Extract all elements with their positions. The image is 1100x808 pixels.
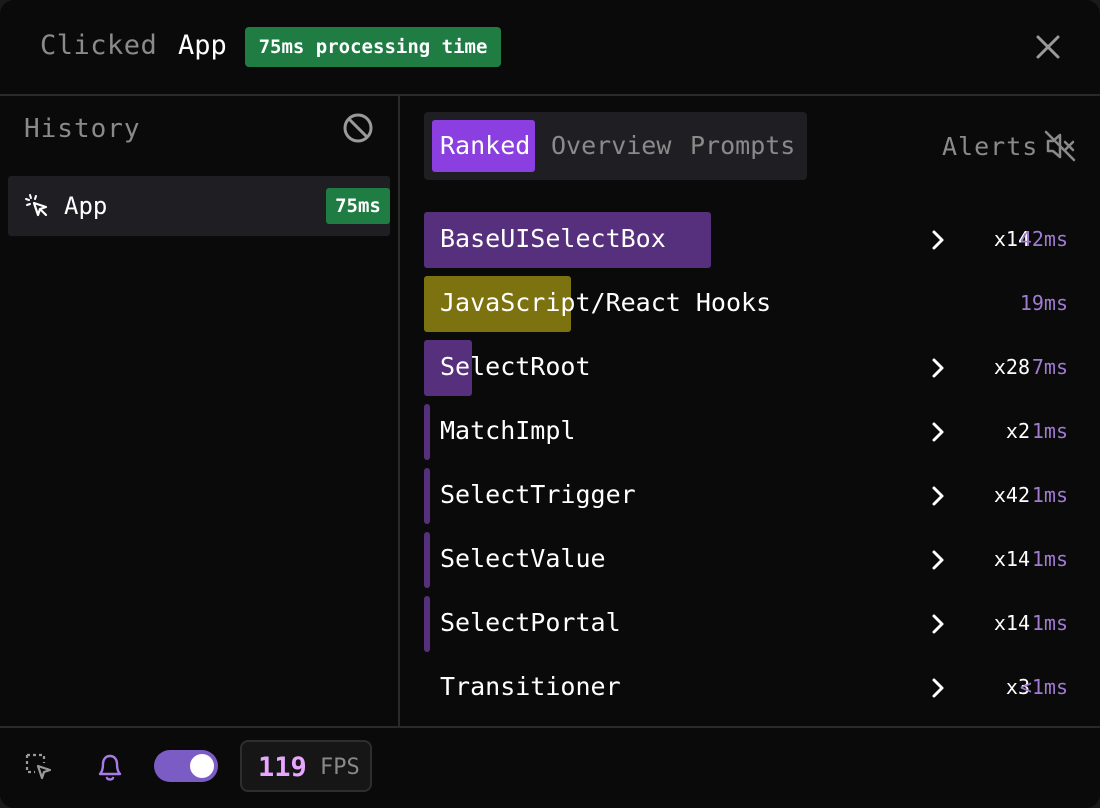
row-render-count: x14 xyxy=(993,611,1030,635)
row-component-name: SelectRoot xyxy=(440,352,591,381)
chevron-right-icon xyxy=(932,550,944,570)
row-render-time: 19ms xyxy=(1019,291,1068,315)
row-render-time: 1ms xyxy=(1031,611,1068,635)
row-component-name: BaseUISelectBox xyxy=(440,224,666,253)
row-render-count: x28 xyxy=(993,355,1030,379)
history-item[interactable]: App 75ms xyxy=(8,176,390,236)
notifications-button[interactable] xyxy=(94,750,126,784)
inspect-element-button[interactable] xyxy=(24,752,54,782)
chevron-right-icon xyxy=(932,358,944,378)
fps-label: FPS xyxy=(320,755,360,780)
main-content: Ranked Overview Prompts Alerts BaseUISel… xyxy=(402,96,1100,726)
chevron-right-icon xyxy=(932,422,944,442)
select-area-icon xyxy=(25,753,52,780)
ranked-row-selectroot[interactable]: SelectRoot x28 7ms xyxy=(424,340,1074,396)
scan-panel: Clicked App 75ms processing time History xyxy=(0,0,1100,808)
render-time-bar xyxy=(424,596,430,652)
row-render-time: <1ms xyxy=(1019,675,1068,699)
alerts-label: Alerts xyxy=(942,132,1039,161)
render-time-bar xyxy=(424,532,430,588)
history-title: History xyxy=(24,114,141,144)
row-component-name: SelectTrigger xyxy=(440,480,636,509)
ranked-row-matchimpl[interactable]: MatchImpl x2 1ms xyxy=(424,404,1074,460)
row-render-time: 7ms xyxy=(1031,355,1068,379)
ranked-row-selecttrigger[interactable]: SelectTrigger x42 1ms xyxy=(424,468,1074,524)
processing-time-badge: 75ms processing time xyxy=(245,27,501,67)
row-component-name: Transitioner xyxy=(440,672,621,701)
alerts-mute-button[interactable] xyxy=(1042,128,1078,164)
ban-icon xyxy=(343,113,373,143)
render-time-bar xyxy=(424,404,430,460)
row-render-time: 1ms xyxy=(1031,483,1068,507)
row-render-time: 1ms xyxy=(1031,419,1068,443)
row-render-time: 42ms xyxy=(1019,227,1068,251)
row-render-count: x42 xyxy=(993,483,1030,507)
ranked-row-selectvalue[interactable]: SelectValue x14 1ms xyxy=(424,532,1074,588)
chevron-right-icon xyxy=(932,678,944,698)
cursor-click-icon xyxy=(25,194,48,217)
fps-meter: 119 FPS xyxy=(240,740,372,792)
row-component-name: MatchImpl xyxy=(440,416,576,445)
tab-prompts[interactable]: Prompts xyxy=(682,120,803,172)
history-item-label: App xyxy=(64,192,108,220)
scan-toggle[interactable] xyxy=(154,750,218,782)
row-render-count: x2 xyxy=(1005,419,1030,443)
panel-header: Clicked App 75ms processing time xyxy=(0,0,1100,96)
tab-overview[interactable]: Overview xyxy=(543,120,679,172)
row-component-name: JavaScript/React Hooks xyxy=(440,288,772,317)
clear-history-button[interactable] xyxy=(340,110,376,146)
render-time-bar xyxy=(424,468,430,524)
bell-icon xyxy=(98,754,122,781)
volume-off-icon xyxy=(1044,130,1076,162)
event-type-label: Clicked xyxy=(40,30,158,61)
chevron-right-icon xyxy=(932,230,944,250)
close-button[interactable] xyxy=(1030,29,1066,65)
toolbar-footer: 119 FPS xyxy=(0,726,1100,808)
chevron-right-icon xyxy=(932,486,944,506)
row-render-count: x14 xyxy=(993,547,1030,571)
row-component-name: SelectPortal xyxy=(440,608,621,637)
component-name: App xyxy=(178,30,227,61)
close-icon xyxy=(1036,35,1060,59)
ranked-row-baseuiselectbox[interactable]: BaseUISelectBox x14 42ms xyxy=(424,212,1074,268)
tab-ranked[interactable]: Ranked xyxy=(432,120,535,172)
toggle-knob xyxy=(190,754,214,778)
row-component-name: SelectValue xyxy=(440,544,606,573)
history-item-time-badge: 75ms xyxy=(326,188,390,224)
fps-value: 119 xyxy=(258,752,307,783)
ranked-row-react-hooks[interactable]: JavaScript/React Hooks 19ms xyxy=(424,276,1074,332)
history-sidebar: History App 75ms xyxy=(0,96,400,726)
row-render-time: 1ms xyxy=(1031,547,1068,571)
ranked-row-transitioner[interactable]: Transitioner x3 <1ms xyxy=(424,660,1074,716)
view-tabs: Ranked Overview Prompts xyxy=(424,112,807,180)
ranked-row-selectportal[interactable]: SelectPortal x14 1ms xyxy=(424,596,1074,652)
chevron-right-icon xyxy=(932,614,944,634)
